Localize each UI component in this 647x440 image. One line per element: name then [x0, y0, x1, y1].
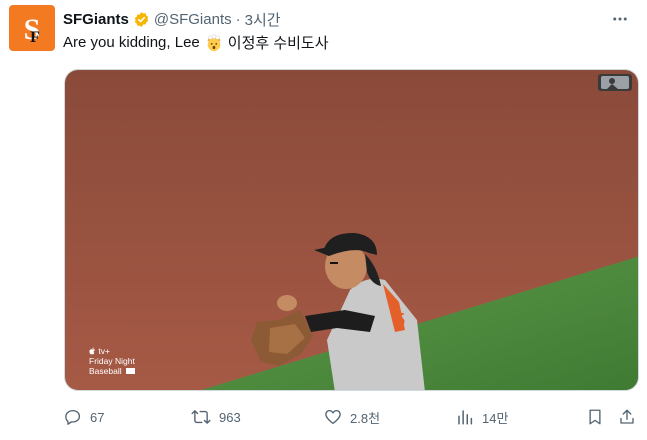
reply-icon — [65, 409, 81, 425]
mlb-logo-icon — [598, 74, 632, 91]
tweet-media[interactable]: 5 tv+ Friday Night Baseball — [64, 69, 639, 391]
heart-icon — [325, 409, 341, 425]
verified-badge-icon — [133, 11, 150, 28]
display-name[interactable]: SFGiants — [63, 11, 129, 28]
action-bar: 67 963 2.8천 14만 — [64, 404, 635, 430]
avatar[interactable]: S F — [9, 5, 55, 51]
video-frame: 5 — [65, 70, 638, 390]
apple-logo-icon — [89, 347, 95, 355]
retweet-button[interactable]: 963 — [191, 404, 241, 430]
more-options-icon[interactable] — [609, 8, 631, 30]
analytics-icon — [458, 410, 473, 425]
tweet-text-part1: Are you kidding, Lee — [63, 34, 200, 51]
tweet-text: Are you kidding, Lee 이정후 수비도사 — [63, 32, 329, 53]
tweet-text-part2: 이정후 수비도사 — [227, 35, 329, 52]
view-count: 14만 — [482, 410, 509, 426]
like-count: 2.8천 — [350, 410, 381, 426]
share-button[interactable] — [618, 404, 636, 430]
share-icon — [620, 409, 634, 424]
svg-text:F: F — [30, 29, 40, 46]
retweet-icon — [191, 410, 211, 424]
user-handle[interactable]: @SFGiants — [154, 11, 232, 28]
retweet-count: 963 — [219, 409, 241, 425]
reply-count: 67 — [90, 409, 105, 425]
timestamp[interactable]: 3시간 — [245, 9, 281, 30]
sf-giants-logo-icon: S F — [24, 13, 41, 46]
like-button[interactable]: 2.8천 — [324, 404, 380, 430]
apple-tv-watermark: tv+ Friday Night Baseball — [89, 346, 135, 376]
bookmark-icon — [589, 409, 601, 425]
bookmark-button[interactable] — [586, 404, 604, 430]
watermark-line3: Baseball — [89, 366, 122, 376]
reply-button[interactable]: 67 — [64, 404, 104, 430]
exploding-head-icon — [205, 33, 223, 52]
mlb-small-icon — [125, 368, 135, 374]
separator-dot: · — [235, 10, 241, 28]
tweet-header: SFGiants @SFGiants · 3시간 — [63, 8, 631, 30]
watermark-line1: tv+ — [98, 346, 110, 356]
svg-text:5: 5 — [395, 310, 405, 330]
views-button[interactable]: 14만 — [456, 404, 508, 430]
watermark-line2: Friday Night — [89, 356, 135, 366]
